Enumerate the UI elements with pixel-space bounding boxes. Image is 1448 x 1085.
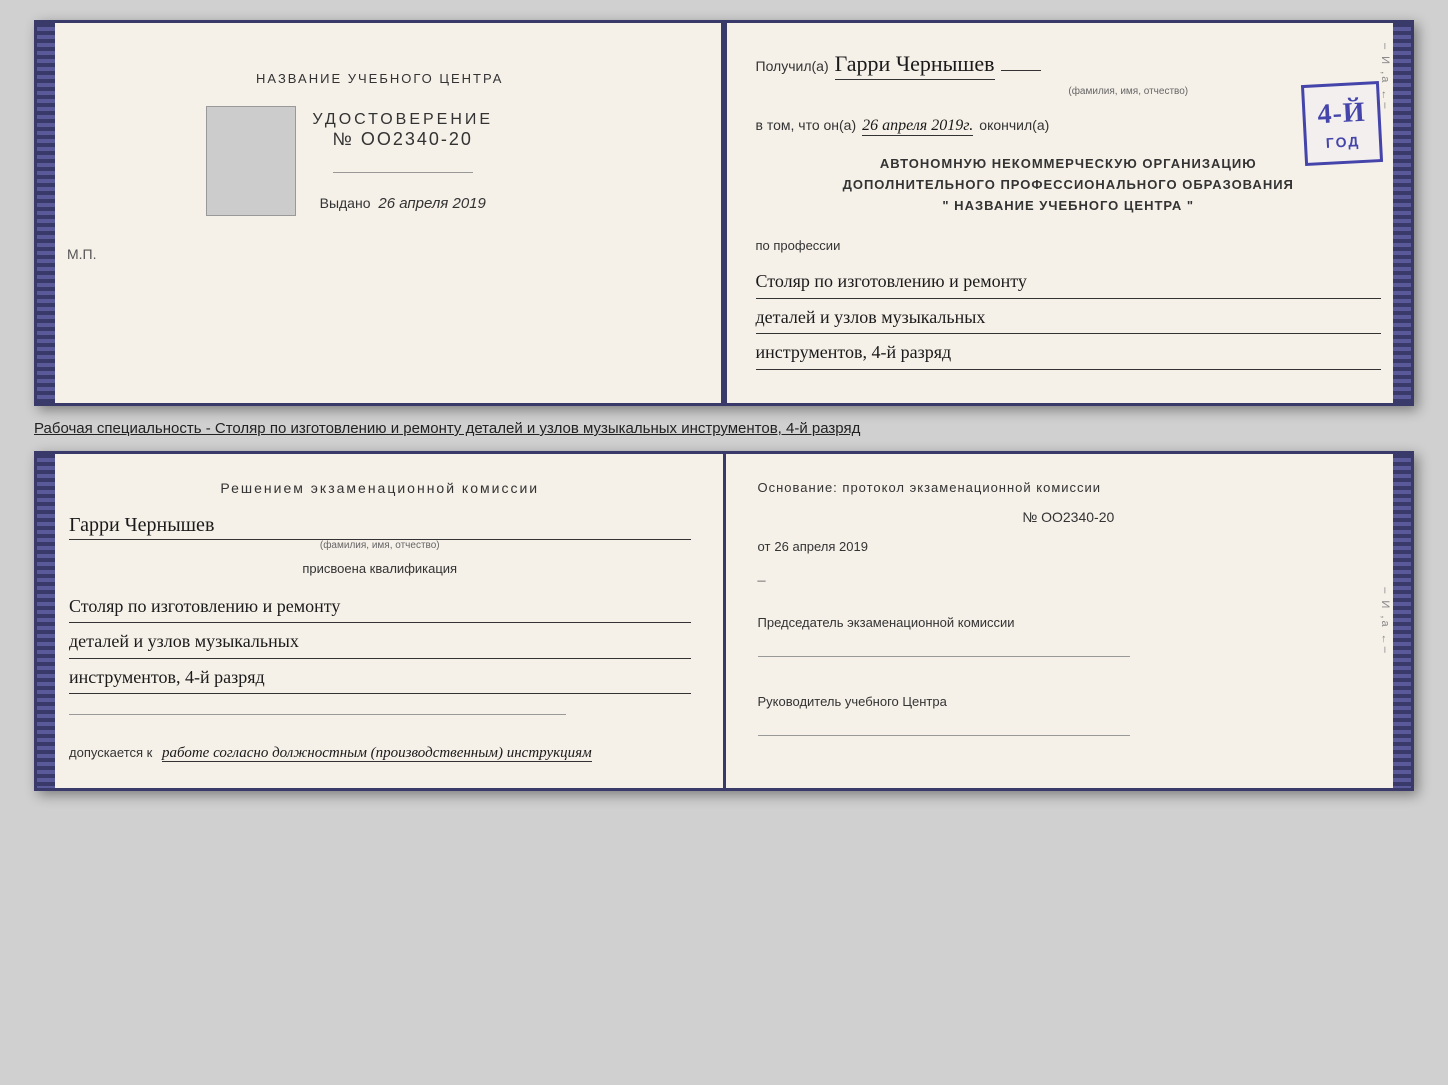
received-prefix: Получил(а): [756, 58, 829, 74]
chairman-block: Председатель экзаменационной комиссии: [758, 614, 1380, 663]
date-from-line: от 26 апреля 2019: [758, 539, 1380, 554]
cert-number: № OO2340-20: [312, 129, 493, 150]
side-decoration-right: – И ,а ←–: [1379, 43, 1391, 110]
director-block: Руководитель учебного Центра: [758, 693, 1380, 742]
from-date: 26 апреля 2019: [774, 539, 868, 554]
spacer-dash: –: [758, 572, 1380, 590]
finished-label: окончил(а): [979, 117, 1049, 133]
stamp-grade: 4-й: [1316, 93, 1366, 135]
photo-placeholder: [206, 106, 296, 216]
exam-qual-line1: Столяр по изготовлению и ремонту: [69, 590, 691, 623]
received-line: Получил(а) Гарри Чернышев: [756, 51, 1382, 80]
right-binding-edge: [1393, 23, 1411, 403]
org-name-label: НАЗВАНИЕ УЧЕБНОГО ЦЕНТРА: [256, 71, 503, 86]
in-the-fact-row: в том, что он(а) 26 апреля 2019г. окончи…: [756, 117, 1382, 136]
org-block: АВТОНОМНУЮ НЕКОММЕРЧЕСКУЮ ОРГАНИЗАЦИЮ ДО…: [756, 154, 1382, 216]
profession-line2: деталей и узлов музыкальных: [756, 301, 1382, 334]
org-line1: АВТОНОМНУЮ НЕКОММЕРЧЕСКУЮ ОРГАНИЗАЦИЮ: [756, 154, 1382, 175]
protocol-number: № OO2340-20: [758, 509, 1380, 525]
bottom-certificate-spread: Решением экзаменационной комиссии Гарри …: [34, 451, 1414, 791]
org-line3: " НАЗВАНИЕ УЧЕБНОГО ЦЕНТРА ": [756, 196, 1382, 217]
document-container: НАЗВАНИЕ УЧЕБНОГО ЦЕНТРА УДОСТОВЕРЕНИЕ №…: [34, 20, 1414, 791]
cert-left-page: НАЗВАНИЕ УЧЕБНОГО ЦЕНТРА УДОСТОВЕРЕНИЕ №…: [37, 23, 726, 403]
from-prefix: от: [758, 539, 771, 554]
allowed-text: работе согласно должностным (производств…: [162, 745, 592, 762]
org-line2: ДОПОЛНИТЕЛЬНОГО ПРОФЕССИОНАЛЬНОГО ОБРАЗО…: [756, 175, 1382, 196]
exam-left-page: Решением экзаменационной комиссии Гарри …: [37, 454, 726, 788]
profession-prefix: по профессии: [756, 238, 1382, 253]
between-caption: Рабочая специальность - Столяр по изгото…: [34, 420, 860, 437]
exam-side-decoration: – И ,а ←–: [1379, 587, 1391, 654]
profession-line1: Столяр по изготовлению и ремонту: [756, 265, 1382, 298]
in-fact-prefix: в том, что он(а): [756, 117, 857, 133]
exam-fio-hint: (фамилия, имя, отчество): [69, 540, 691, 551]
profession-line3: инструментов, 4-й разряд: [756, 336, 1382, 369]
profession-block: Столяр по изготовлению и ремонту деталей…: [756, 265, 1382, 369]
chairman-label: Председатель экзаменационной комиссии: [758, 614, 1380, 632]
allowed-row: допускается к работе согласно должностны…: [69, 745, 691, 762]
mp-label: М.П.: [67, 246, 97, 262]
exam-person-block: Гарри Чернышев (фамилия, имя, отчество): [69, 514, 691, 551]
issued-row: Выдано 26 апреля 2019: [320, 195, 486, 212]
stamp-overlay: 4-й ГОД: [1301, 81, 1383, 166]
bottom-right-binding-edge: [1393, 454, 1411, 788]
exam-person-name: Гарри Чернышев: [69, 514, 691, 540]
exam-qual-line2: деталей и узлов музыкальных: [69, 625, 691, 658]
basis-label: Основание: протокол экзаменационной коми…: [758, 480, 1380, 495]
cert-right-page: 4-й ГОД Получил(а) Гарри Чернышев (фамил…: [726, 23, 1412, 403]
allowed-prefix: допускается к: [69, 745, 152, 760]
director-label: Руководитель учебного Центра: [758, 693, 1380, 711]
cert-number-section: УДОСТОВЕРЕНИЕ № OO2340-20: [312, 111, 493, 150]
top-certificate-spread: НАЗВАНИЕ УЧЕБНОГО ЦЕНТРА УДОСТОВЕРЕНИЕ №…: [34, 20, 1414, 406]
stamp-text: ГОД: [1325, 133, 1360, 151]
issued-label: Выдано: [320, 195, 371, 211]
exam-qual-block: Столяр по изготовлению и ремонту деталей…: [69, 590, 691, 694]
qualification-label: присвоена квалификация: [69, 561, 691, 576]
decision-title: Решением экзаменационной комиссии: [69, 480, 691, 496]
exam-right-page: Основание: протокол экзаменационной коми…: [726, 454, 1412, 788]
exam-qual-line3: инструментов, 4-й разряд: [69, 661, 691, 694]
cert-label: УДОСТОВЕРЕНИЕ: [312, 111, 493, 129]
recipient-name: Гарри Чернышев: [835, 51, 995, 80]
issued-date: 26 апреля 2019: [378, 195, 485, 212]
date-value: 26 апреля 2019г.: [862, 117, 973, 136]
